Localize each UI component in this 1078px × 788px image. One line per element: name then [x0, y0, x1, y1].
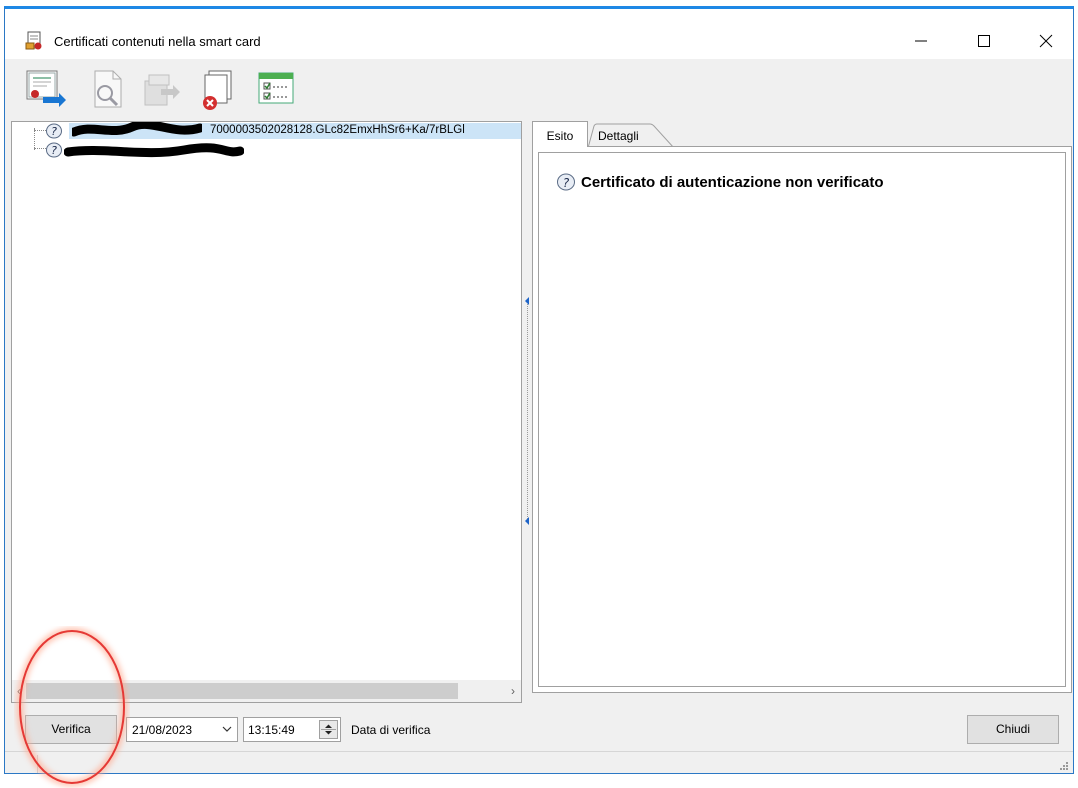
delete-certificate-button[interactable]: [195, 67, 239, 111]
checklist-icon: [258, 72, 294, 104]
status-separator: [37, 755, 38, 773]
certificate-tree[interactable]: ? 7000003502028128.GLc82EmxHhSr6+Ka/7rBL…: [11, 121, 522, 703]
status-bar: [5, 751, 1073, 773]
close-dialog-button[interactable]: Chiudi: [967, 715, 1059, 744]
tab-dettagli[interactable]: Dettagli: [588, 123, 676, 149]
redaction-scribble: [64, 143, 244, 158]
time-spin-buttons[interactable]: [319, 720, 338, 739]
close-button[interactable]: [1032, 27, 1060, 55]
verification-date-label: Data di verifica: [351, 723, 431, 737]
splitter-grip: [527, 301, 529, 521]
title-bar: Certificati contenuti nella smart card: [5, 9, 1073, 59]
maximize-button[interactable]: [970, 27, 998, 55]
scroll-left-arrow-icon[interactable]: ‹: [12, 683, 26, 699]
result-frame: ? Certificato di autenticazione non veri…: [538, 152, 1066, 687]
close-icon: [1039, 34, 1053, 48]
svg-text:?: ?: [51, 125, 57, 138]
time-value: 13:15:49: [248, 723, 295, 737]
question-mark-icon: ?: [46, 142, 62, 158]
document-delete-icon: [203, 70, 232, 110]
view-certificate-button[interactable]: [87, 67, 131, 111]
maximize-icon: [978, 35, 990, 47]
date-value: 21/08/2023: [132, 723, 193, 737]
question-mark-icon: ?: [557, 173, 575, 191]
horizontal-scrollbar[interactable]: ‹ ›: [12, 680, 521, 702]
package-export-icon: [144, 74, 180, 106]
tab-bar: Esito Dettagli: [532, 121, 1072, 149]
export-certificate-button[interactable]: [23, 67, 67, 111]
spin-up-down-icon: [321, 724, 336, 735]
redaction-scribble: [72, 122, 202, 137]
splitter-arrow-icon[interactable]: [525, 297, 529, 305]
certificate-export-icon: [26, 70, 66, 107]
question-mark-icon: ?: [46, 123, 62, 139]
verify-button[interactable]: Verifica: [25, 715, 117, 744]
tab-esito[interactable]: Esito: [532, 121, 588, 147]
certificate-app-icon: [25, 31, 42, 50]
resize-grip-icon[interactable]: [1059, 761, 1069, 771]
magnifier-document-icon: [94, 70, 122, 108]
tree-item-certificate-1[interactable]: ? 7000003502028128.GLc82EmxHhSr6+Ka/7rBL…: [12, 122, 521, 139]
scrollbar-thumb[interactable]: [26, 683, 458, 699]
svg-text:?: ?: [563, 176, 570, 190]
window-title: Certificati contenuti nella smart card: [54, 34, 261, 49]
splitter-arrow-icon[interactable]: [525, 517, 529, 525]
checklist-button[interactable]: [255, 67, 299, 111]
result-panel: ? Certificato di autenticazione non veri…: [532, 146, 1072, 693]
chevron-down-icon[interactable]: [219, 721, 235, 738]
tree-item-certificate-2[interactable]: ?: [12, 142, 521, 158]
svg-text:?: ?: [51, 144, 57, 157]
minimize-icon: [915, 40, 927, 42]
scroll-right-arrow-icon[interactable]: ›: [506, 683, 520, 699]
verification-date-picker[interactable]: 21/08/2023: [126, 717, 238, 742]
certificates-window: Certificati contenuti nella smart card ?…: [4, 6, 1074, 774]
certificate-label-tail: 7000003502028128.GLc82EmxHhSr6+Ka/7rBLGl: [210, 124, 465, 136]
tab-dettagli-label: Dettagli: [598, 129, 639, 143]
verification-time-spinner[interactable]: 13:15:49: [243, 717, 341, 742]
minimize-button[interactable]: [907, 27, 935, 55]
result-status-text: Certificato di autenticazione non verifi…: [581, 174, 884, 191]
export-package-button[interactable]: [139, 67, 183, 111]
toolbar: [5, 59, 1073, 117]
